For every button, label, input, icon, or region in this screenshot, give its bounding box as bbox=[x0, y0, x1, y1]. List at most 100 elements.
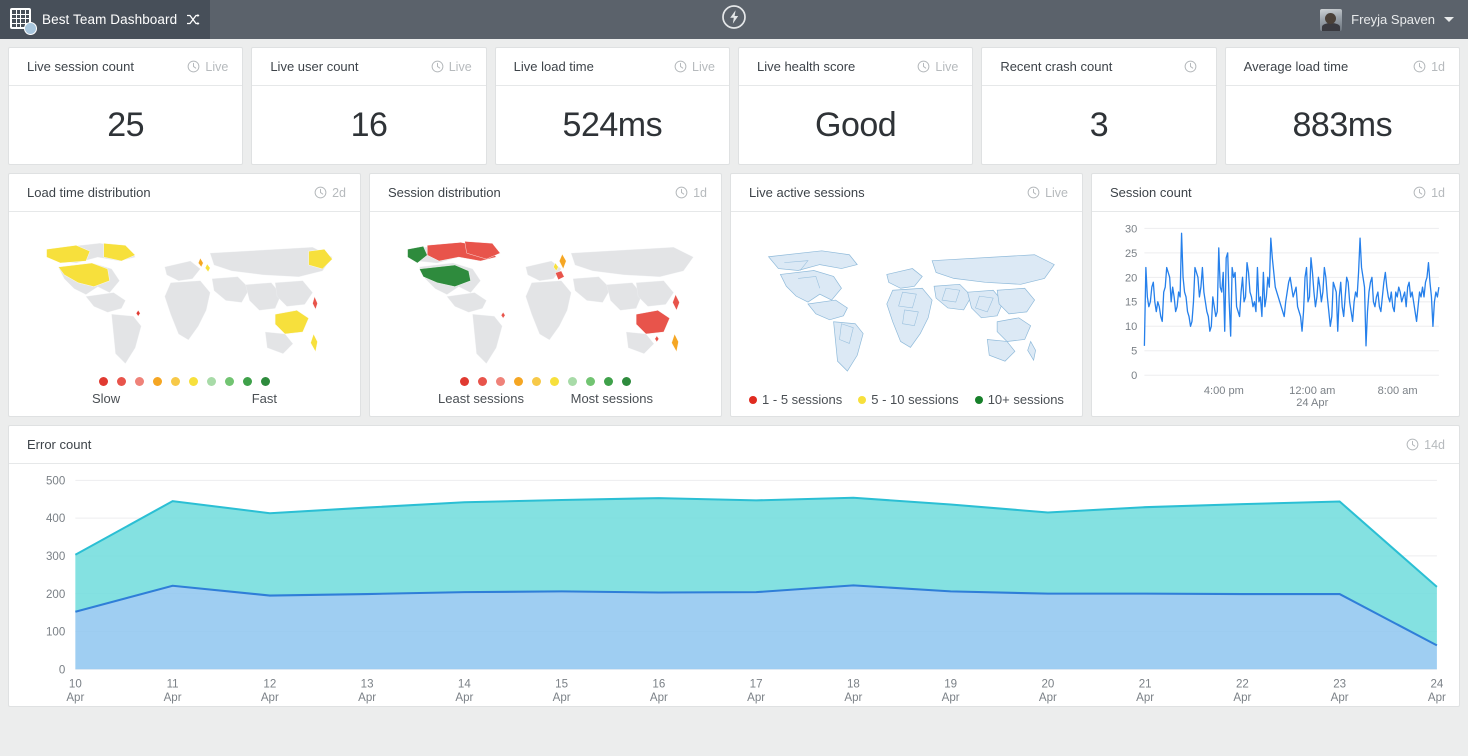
svg-text:Apr: Apr bbox=[1039, 691, 1057, 704]
svg-text:Apr: Apr bbox=[261, 691, 279, 704]
kpi-body: 25 bbox=[9, 86, 242, 164]
legend-item: 1 - 5 sessions bbox=[749, 392, 842, 407]
svg-text:300: 300 bbox=[46, 550, 66, 563]
panel-live-active-sessions[interactable]: Live active sessions Live 1 - 5 sessions… bbox=[730, 173, 1083, 417]
svg-text:5: 5 bbox=[1131, 346, 1137, 358]
kpi-value: 16 bbox=[350, 105, 388, 144]
error-count-area-chart[interactable]: 010020030040050010Apr11Apr12Apr13Apr14Ap… bbox=[13, 466, 1455, 707]
kpi-body: 16 bbox=[252, 86, 485, 164]
card-meta: Live bbox=[674, 60, 715, 74]
svg-text:Apr: Apr bbox=[164, 691, 182, 704]
dashboard-grid-logo-icon bbox=[10, 8, 37, 35]
card-title: Session count bbox=[1110, 185, 1192, 200]
kpi-card-average-load-time[interactable]: Average load time 1d 883ms bbox=[1224, 47, 1460, 165]
kpi-value: 524ms bbox=[562, 105, 663, 144]
panel-session-distribution[interactable]: Session distribution 1d Least sessions M… bbox=[369, 173, 722, 417]
legend-live-active-sessions: 1 - 5 sessions 5 - 10 sessions 10+ sessi… bbox=[739, 392, 1074, 416]
card-title: Live health score bbox=[756, 59, 856, 74]
kpi-card-live-user-count[interactable]: Live user count Live 16 bbox=[251, 47, 487, 165]
map-body: Slow Fast bbox=[9, 212, 360, 416]
card-header: Error count 14d bbox=[9, 426, 1459, 464]
card-meta: Live bbox=[187, 60, 228, 74]
kpi-value: 25 bbox=[107, 105, 145, 144]
world-map-load-time[interactable] bbox=[17, 218, 352, 377]
svg-text:Apr: Apr bbox=[1233, 691, 1251, 704]
card-meta-label: 2d bbox=[332, 185, 346, 200]
error-row: Error count 14d 0 100 200 300 400 500 10 Apr 11 A… bbox=[8, 425, 1460, 707]
svg-text:Apr: Apr bbox=[455, 691, 473, 704]
svg-text:200: 200 bbox=[46, 588, 66, 601]
kpi-card-live-session-count[interactable]: Live session count Live 25 bbox=[8, 47, 244, 165]
card-title: Live user count bbox=[270, 59, 359, 74]
card-meta: Live bbox=[1027, 186, 1068, 200]
panel-error-count[interactable]: Error count 14d 0 100 200 300 400 500 10 Apr 11 A… bbox=[8, 425, 1460, 707]
legend-low-label: Least sessions bbox=[438, 391, 524, 406]
card-meta: 2d bbox=[314, 186, 346, 200]
card-meta-label: 1d bbox=[1431, 59, 1445, 74]
legend-high-label: Fast bbox=[251, 391, 277, 406]
card-header: Recent crash count bbox=[982, 48, 1216, 86]
kpi-value: Good bbox=[815, 105, 897, 144]
card-meta: 14d bbox=[1406, 438, 1445, 452]
svg-text:15: 15 bbox=[1125, 297, 1137, 309]
legend-item-label: 10+ sessions bbox=[987, 392, 1064, 407]
card-meta-label: Live bbox=[692, 59, 715, 74]
panel-load-time-distribution[interactable]: Load time distribution 2d Slow Fast bbox=[8, 173, 361, 417]
kpi-card-live-health-score[interactable]: Live health score Live Good bbox=[737, 47, 974, 165]
kpi-card-recent-crash-count[interactable]: Recent crash count 3 bbox=[981, 47, 1217, 165]
svg-text:Apr: Apr bbox=[747, 691, 765, 704]
kpi-card-live-load-time[interactable]: Live load time Live 524ms bbox=[494, 47, 730, 165]
legend-low-label: Slow bbox=[92, 391, 121, 406]
svg-text:400: 400 bbox=[46, 512, 66, 525]
card-header: Average load time 1d bbox=[1225, 48, 1459, 86]
card-title: Session distribution bbox=[388, 185, 501, 200]
svg-text:12:00 am: 12:00 am bbox=[1289, 385, 1335, 397]
clock-icon bbox=[1027, 186, 1040, 199]
center-logo-area bbox=[0, 0, 1468, 39]
user-menu[interactable]: Freyja Spaven bbox=[1320, 0, 1468, 39]
kpi-value: 3 bbox=[1089, 105, 1109, 144]
svg-text:10: 10 bbox=[69, 678, 82, 691]
svg-text:Apr: Apr bbox=[553, 691, 571, 704]
panel-session-count[interactable]: Session count 1d 0 5 10 15 20 25 30 4:00 pm 12:0… bbox=[1091, 173, 1460, 417]
card-title: Load time distribution bbox=[27, 185, 151, 200]
session-count-chart-body: 0 5 10 15 20 25 30 4:00 pm 12:00 am 24 Apr 8:00 am bbox=[1092, 212, 1459, 417]
brand-area[interactable]: Best Team Dashboard bbox=[0, 0, 210, 39]
svg-text:20: 20 bbox=[1125, 272, 1137, 284]
svg-text:21: 21 bbox=[1139, 678, 1152, 691]
svg-text:Apr: Apr bbox=[1428, 691, 1446, 704]
card-meta bbox=[1184, 60, 1202, 73]
session-count-line-chart[interactable]: 0 5 10 15 20 25 30 4:00 pm 12:00 am24 Apr 8:00 am bbox=[1098, 216, 1453, 417]
map-body: Least sessions Most sessions bbox=[370, 212, 721, 416]
card-meta-label: Live bbox=[448, 59, 472, 74]
world-map-session-distribution[interactable] bbox=[378, 218, 713, 377]
kpi-row: Live session count Live 25 Live user cou… bbox=[8, 47, 1460, 165]
card-header: Session distribution 1d bbox=[370, 174, 721, 212]
world-map-live-active-sessions[interactable] bbox=[739, 218, 1074, 392]
map-body: 1 - 5 sessions 5 - 10 sessions 10+ sessi… bbox=[731, 212, 1082, 416]
svg-text:17: 17 bbox=[750, 678, 763, 691]
kpi-body: 524ms bbox=[496, 86, 729, 164]
card-header: Live user count Live bbox=[252, 48, 486, 86]
avatar bbox=[1320, 8, 1343, 31]
legend-endpoints: Slow Fast bbox=[92, 391, 277, 406]
card-meta: 1d bbox=[1413, 60, 1445, 74]
svg-text:Apr: Apr bbox=[942, 691, 960, 704]
clock-icon bbox=[1406, 438, 1419, 451]
kpi-value: 883ms bbox=[1292, 105, 1393, 144]
svg-text:Apr: Apr bbox=[66, 691, 84, 704]
shuffle-icon[interactable] bbox=[186, 13, 201, 26]
legend-color-scale bbox=[99, 377, 270, 386]
card-header: Live health score Live bbox=[738, 48, 973, 86]
svg-text:22: 22 bbox=[1236, 678, 1249, 691]
svg-text:23: 23 bbox=[1333, 678, 1346, 691]
legend-endpoints: Least sessions Most sessions bbox=[438, 391, 653, 406]
user-name: Freyja Spaven bbox=[1351, 12, 1435, 27]
legend-session-distribution: Least sessions Most sessions bbox=[378, 377, 713, 416]
lightning-bolt-circle-icon[interactable] bbox=[721, 4, 747, 35]
chevron-down-icon[interactable] bbox=[1444, 17, 1454, 22]
card-meta-label: 1d bbox=[693, 185, 707, 200]
legend-item: 10+ sessions bbox=[974, 392, 1064, 407]
legend-item-label: 5 - 10 sessions bbox=[871, 392, 959, 407]
svg-text:18: 18 bbox=[847, 678, 860, 691]
